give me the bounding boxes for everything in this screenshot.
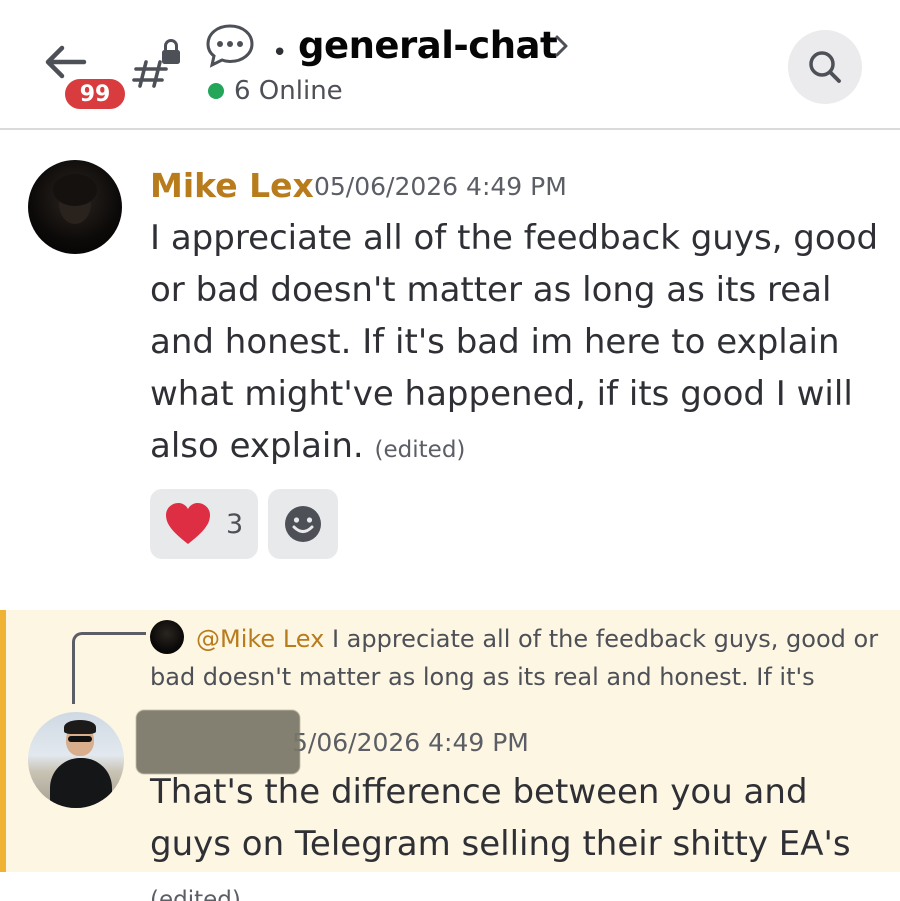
search-button[interactable] [788,30,862,104]
reply-avatar [150,620,184,654]
chat-bubble-icon [204,22,256,68]
chevron-right-icon[interactable] [552,34,572,58]
online-count: 6 Online [234,76,343,106]
unread-count-badge: 99 [62,76,128,112]
reaction-count: 3 [226,508,244,540]
heart-icon [166,503,210,544]
avatar[interactable] [28,712,124,808]
reply-connector [72,632,146,704]
avatar[interactable] [28,160,122,254]
message-author[interactable]: Mike Lex [150,166,314,205]
add-reaction-button[interactable] [268,489,338,559]
reaction-heart[interactable]: 3 [150,489,258,559]
title-separator: • [272,38,288,68]
online-status-dot [208,83,224,99]
message-text: I appreciate all of the feedback guys, g… [150,218,879,466]
channel-header: 99 • general-chat 6 Online [0,0,900,130]
message-content: That's the difference between you and gu… [150,766,880,901]
message-text: That's the difference between you and gu… [150,772,851,864]
message-timestamp: 5/06/2026 4:49 PM [292,728,529,757]
reply-preview[interactable]: @Mike Lex I appreciate all of the feedba… [150,620,880,696]
message-content: I appreciate all of the feedback guys, g… [150,212,880,476]
reply-mention[interactable]: @Mike Lex [196,625,324,653]
channel-title[interactable]: general-chat [298,24,558,67]
search-icon [809,51,841,83]
message-timestamp: 05/06/2026 4:49 PM [314,172,567,201]
add-reaction-icon [285,506,321,542]
locked-hash-icon [132,36,188,92]
edited-label: (edited) [150,887,241,901]
edited-label: (edited) [374,437,466,463]
redacted-author-name [136,710,300,774]
